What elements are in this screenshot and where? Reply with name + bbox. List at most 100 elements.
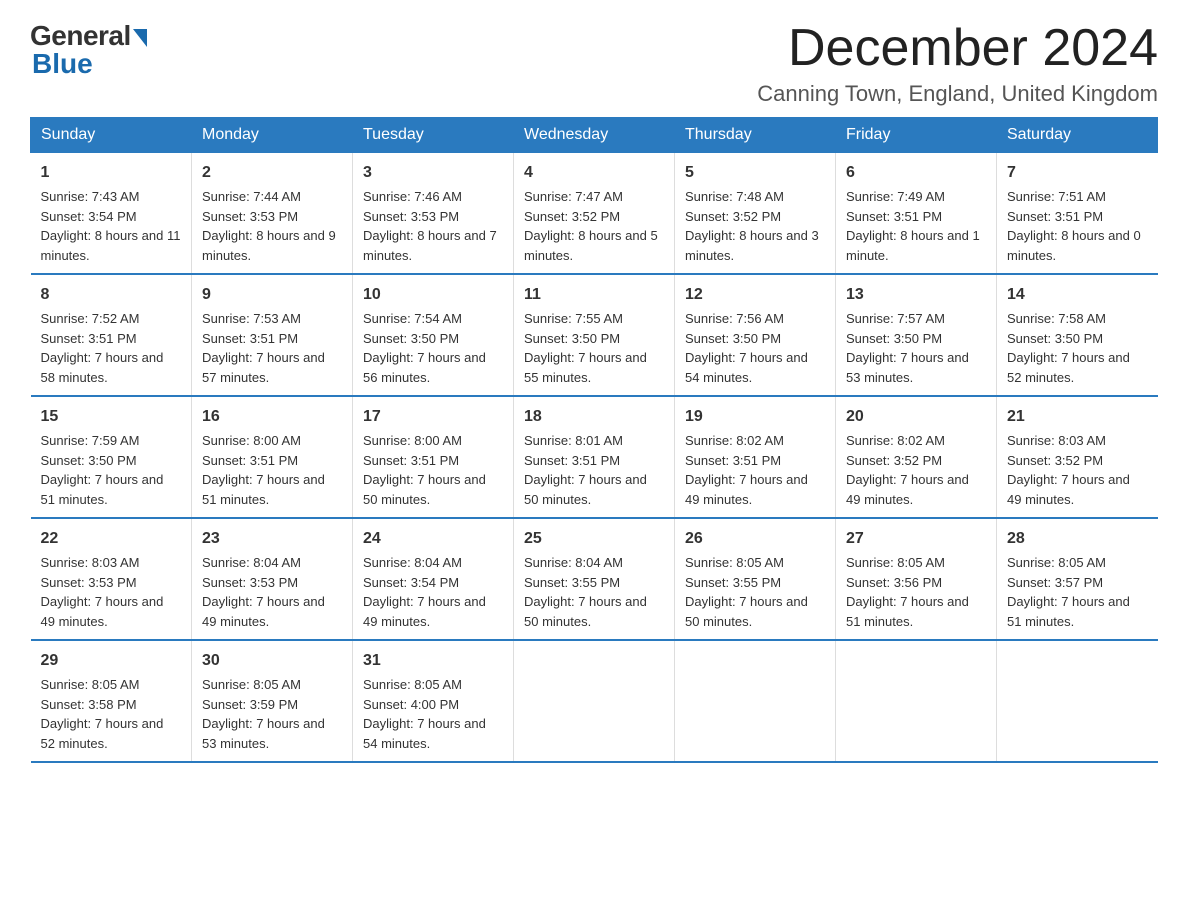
day-info: Sunrise: 7:49 AMSunset: 3:51 PMDaylight:… [846,189,980,263]
calendar-cell: 28 Sunrise: 8:05 AMSunset: 3:57 PMDayligh… [997,518,1158,640]
month-title: December 2024 [757,20,1158,77]
day-info: Sunrise: 7:53 AMSunset: 3:51 PMDaylight:… [202,311,325,385]
day-number: 27 [846,527,986,551]
day-info: Sunrise: 8:05 AMSunset: 4:00 PMDaylight:… [363,677,486,751]
day-info: Sunrise: 7:54 AMSunset: 3:50 PMDaylight:… [363,311,486,385]
calendar-cell: 8 Sunrise: 7:52 AMSunset: 3:51 PMDaylight… [31,274,192,396]
calendar-table: SundayMondayTuesdayWednesdayThursdayFrid… [30,117,1158,763]
day-number: 26 [685,527,825,551]
day-info: Sunrise: 8:03 AMSunset: 3:53 PMDaylight:… [41,555,164,629]
calendar-week-5: 29Sunrise: 8:05 AMSunset: 3:58 PMDayligh… [31,640,1158,762]
calendar-cell: 3Sunrise: 7:46 AMSunset: 3:53 PMDaylight… [353,153,514,275]
day-number: 17 [363,405,503,429]
logo-blue-text: Blue [32,48,93,80]
day-info: Sunrise: 8:02 AMSunset: 3:52 PMDaylight:… [846,433,969,507]
calendar-cell: 30 Sunrise: 8:05 AMSunset: 3:59 PMDayligh… [192,640,353,762]
day-info: Sunrise: 8:04 AMSunset: 3:53 PMDaylight:… [202,555,325,629]
day-number: 30 [202,649,342,673]
weekday-header-wednesday: Wednesday [514,118,675,153]
calendar-cell: 15Sunrise: 7:59 AMSunset: 3:50 PMDayligh… [31,396,192,518]
day-info: Sunrise: 8:01 AMSunset: 3:51 PMDaylight:… [524,433,647,507]
day-number: 13 [846,283,986,307]
calendar-cell: 18 Sunrise: 8:01 AMSunset: 3:51 PMDayligh… [514,396,675,518]
day-number: 19 [685,405,825,429]
title-section: December 2024 Canning Town, England, Uni… [757,20,1158,107]
day-info: Sunrise: 7:56 AMSunset: 3:50 PMDaylight:… [685,311,808,385]
calendar-cell: 22 Sunrise: 8:03 AMSunset: 3:53 PMDayligh… [31,518,192,640]
day-number: 5 [685,161,825,185]
calendar-week-4: 22 Sunrise: 8:03 AMSunset: 3:53 PMDayligh… [31,518,1158,640]
day-info: Sunrise: 7:55 AMSunset: 3:50 PMDaylight:… [524,311,647,385]
weekday-header-monday: Monday [192,118,353,153]
calendar-cell: 2 Sunrise: 7:44 AMSunset: 3:53 PMDaylight… [192,153,353,275]
weekday-row: SundayMondayTuesdayWednesdayThursdayFrid… [31,118,1158,153]
calendar-body: 1 Sunrise: 7:43 AMSunset: 3:54 PMDaylight… [31,153,1158,763]
calendar-cell: 13 Sunrise: 7:57 AMSunset: 3:50 PMDayligh… [836,274,997,396]
day-number: 16 [202,405,342,429]
calendar-cell: 23 Sunrise: 8:04 AMSunset: 3:53 PMDayligh… [192,518,353,640]
day-number: 20 [846,405,986,429]
calendar-cell: 9 Sunrise: 7:53 AMSunset: 3:51 PMDaylight… [192,274,353,396]
calendar-cell: 29Sunrise: 8:05 AMSunset: 3:58 PMDayligh… [31,640,192,762]
calendar-cell: 10Sunrise: 7:54 AMSunset: 3:50 PMDayligh… [353,274,514,396]
day-info: Sunrise: 7:57 AMSunset: 3:50 PMDaylight:… [846,311,969,385]
calendar-cell: 7 Sunrise: 7:51 AMSunset: 3:51 PMDaylight… [997,153,1158,275]
day-info: Sunrise: 8:00 AMSunset: 3:51 PMDaylight:… [202,433,325,507]
day-info: Sunrise: 8:05 AMSunset: 3:55 PMDaylight:… [685,555,808,629]
calendar-cell: 31Sunrise: 8:05 AMSunset: 4:00 PMDayligh… [353,640,514,762]
calendar-cell [836,640,997,762]
location-subtitle: Canning Town, England, United Kingdom [757,81,1158,107]
day-info: Sunrise: 7:52 AMSunset: 3:51 PMDaylight:… [41,311,164,385]
day-info: Sunrise: 8:05 AMSunset: 3:59 PMDaylight:… [202,677,325,751]
day-info: Sunrise: 7:47 AMSunset: 3:52 PMDaylight:… [524,189,658,263]
day-number: 7 [1007,161,1148,185]
calendar-cell: 26 Sunrise: 8:05 AMSunset: 3:55 PMDayligh… [675,518,836,640]
day-number: 11 [524,283,664,307]
day-number: 8 [41,283,182,307]
calendar-cell: 20 Sunrise: 8:02 AMSunset: 3:52 PMDayligh… [836,396,997,518]
day-info: Sunrise: 8:04 AMSunset: 3:55 PMDaylight:… [524,555,647,629]
day-info: Sunrise: 7:48 AMSunset: 3:52 PMDaylight:… [685,189,819,263]
day-number: 4 [524,161,664,185]
day-number: 25 [524,527,664,551]
calendar-cell: 4 Sunrise: 7:47 AMSunset: 3:52 PMDaylight… [514,153,675,275]
calendar-cell: 24Sunrise: 8:04 AMSunset: 3:54 PMDayligh… [353,518,514,640]
weekday-header-friday: Friday [836,118,997,153]
day-number: 22 [41,527,182,551]
day-info: Sunrise: 7:46 AMSunset: 3:53 PMDaylight:… [363,189,497,263]
calendar-cell [997,640,1158,762]
logo-arrow-icon [133,29,147,47]
day-info: Sunrise: 8:05 AMSunset: 3:57 PMDaylight:… [1007,555,1130,629]
calendar-cell: 6 Sunrise: 7:49 AMSunset: 3:51 PMDaylight… [836,153,997,275]
day-info: Sunrise: 8:05 AMSunset: 3:58 PMDaylight:… [41,677,164,751]
day-number: 18 [524,405,664,429]
calendar-cell [514,640,675,762]
day-info: Sunrise: 7:59 AMSunset: 3:50 PMDaylight:… [41,433,164,507]
calendar-week-3: 15Sunrise: 7:59 AMSunset: 3:50 PMDayligh… [31,396,1158,518]
day-number: 14 [1007,283,1148,307]
day-info: Sunrise: 7:51 AMSunset: 3:51 PMDaylight:… [1007,189,1141,263]
day-number: 6 [846,161,986,185]
calendar-cell: 27Sunrise: 8:05 AMSunset: 3:56 PMDayligh… [836,518,997,640]
day-number: 2 [202,161,342,185]
day-number: 28 [1007,527,1148,551]
calendar-cell: 14 Sunrise: 7:58 AMSunset: 3:50 PMDayligh… [997,274,1158,396]
day-info: Sunrise: 7:44 AMSunset: 3:53 PMDaylight:… [202,189,336,263]
day-number: 12 [685,283,825,307]
weekday-header-tuesday: Tuesday [353,118,514,153]
weekday-header-thursday: Thursday [675,118,836,153]
day-number: 9 [202,283,342,307]
day-info: Sunrise: 7:43 AMSunset: 3:54 PMDaylight:… [41,189,181,263]
day-info: Sunrise: 7:58 AMSunset: 3:50 PMDaylight:… [1007,311,1130,385]
calendar-cell: 19 Sunrise: 8:02 AMSunset: 3:51 PMDayligh… [675,396,836,518]
calendar-cell: 5 Sunrise: 7:48 AMSunset: 3:52 PMDaylight… [675,153,836,275]
calendar-cell: 25 Sunrise: 8:04 AMSunset: 3:55 PMDayligh… [514,518,675,640]
weekday-header-saturday: Saturday [997,118,1158,153]
day-number: 24 [363,527,503,551]
page-header: General Blue December 2024 Canning Town,… [30,20,1158,107]
calendar-cell [675,640,836,762]
day-number: 21 [1007,405,1148,429]
day-number: 1 [41,161,182,185]
day-number: 23 [202,527,342,551]
day-info: Sunrise: 8:02 AMSunset: 3:51 PMDaylight:… [685,433,808,507]
